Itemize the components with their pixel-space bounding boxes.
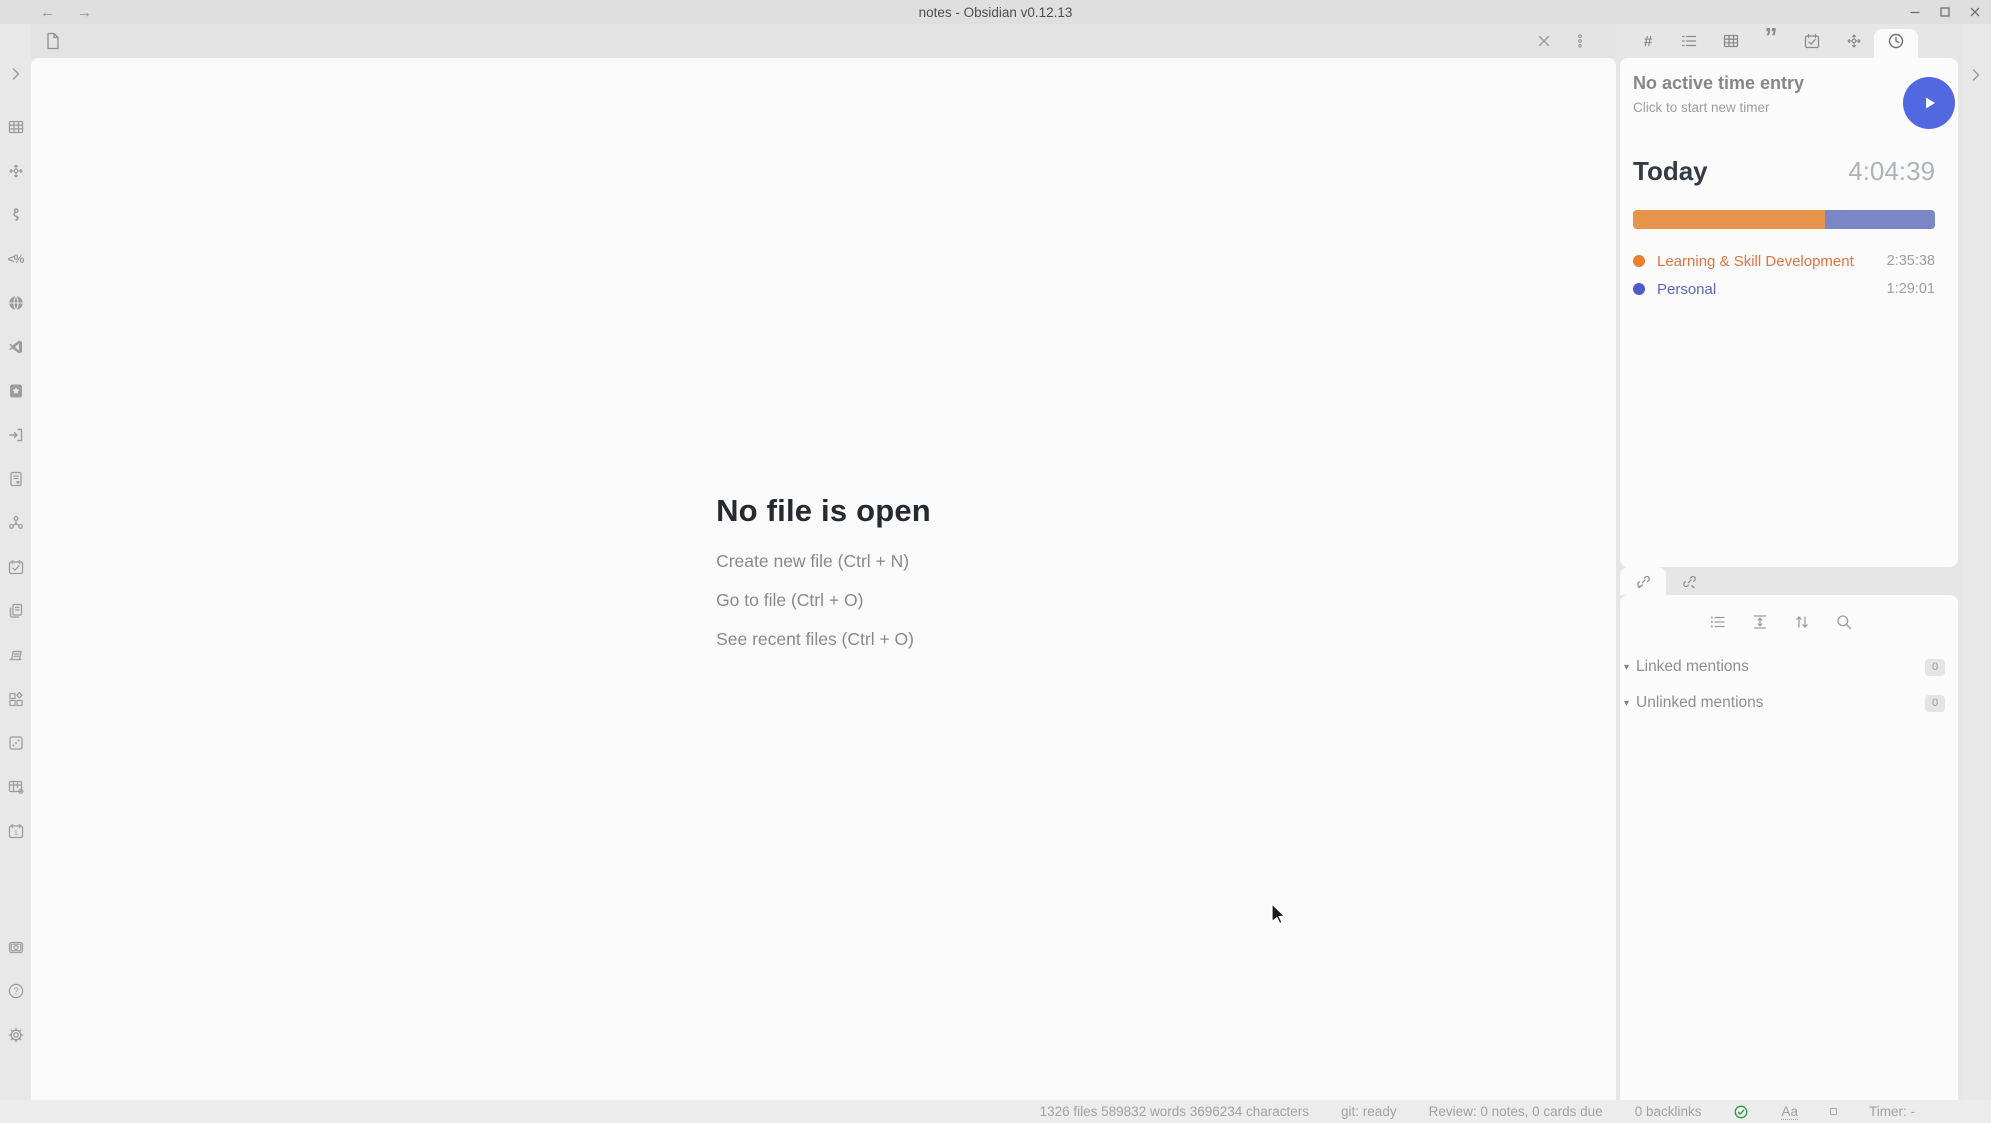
outgoing-links-icon — [1681, 573, 1698, 590]
daily-note-icon[interactable]: 1 — [7, 822, 25, 840]
nav-back-icon[interactable]: ← — [40, 4, 55, 21]
quotes-tab-icon[interactable]: ” — [1762, 32, 1780, 50]
entry-label: Learning & Skill Development — [1657, 253, 1887, 270]
today-progress-bar — [1633, 210, 1935, 229]
right-ribbon — [1962, 24, 1991, 1100]
calendar-tab-icon[interactable] — [1803, 32, 1821, 50]
sign-in-icon[interactable] — [7, 426, 25, 444]
backlinks-tab[interactable] — [1620, 567, 1666, 595]
window-title: notes - Obsidian v0.12.13 — [919, 0, 1073, 24]
graph-move-icon[interactable] — [7, 162, 25, 180]
knot-icon[interactable] — [7, 206, 25, 224]
table-icon[interactable] — [7, 118, 25, 136]
progress-segment-learning — [1633, 210, 1825, 229]
unlinked-mentions-count: 0 — [1925, 695, 1945, 712]
globe-icon[interactable] — [7, 294, 25, 312]
start-timer-button[interactable] — [1903, 77, 1955, 129]
unlinked-mentions-label: Unlinked mentions — [1636, 694, 1925, 712]
editor-pane: No file is open Create new file (Ctrl + … — [31, 24, 1616, 1100]
entry-time: 1:29:01 — [1887, 281, 1935, 297]
maximize-icon[interactable] — [1937, 4, 1953, 20]
statusbar: 1326 files 589832 words 3696234 characte… — [0, 1100, 1991, 1123]
dice-icon[interactable] — [7, 734, 25, 752]
left-ribbon: <% — [0, 24, 31, 1100]
timer-hint-text: Click to start new timer — [1633, 100, 1770, 115]
timer-panel: No active time entry Click to start new … — [1620, 58, 1958, 567]
empty-state-title: No file is open — [716, 493, 931, 529]
move-tab-icon[interactable] — [1845, 32, 1863, 50]
screenshot-icon[interactable] — [7, 938, 25, 956]
star-badge-icon[interactable] — [7, 382, 25, 400]
collapse-right-sidebar-icon[interactable] — [1967, 66, 1985, 84]
vscode-icon[interactable] — [7, 338, 25, 356]
indicator-square-icon[interactable] — [1830, 1108, 1837, 1115]
help-icon[interactable]: ? — [7, 982, 25, 1000]
entry-label: Personal — [1657, 281, 1887, 298]
collapse-vertical-icon[interactable] — [1750, 612, 1770, 632]
review-status[interactable]: Review: 0 notes, 0 cards due — [1429, 1104, 1603, 1119]
expand-sidebar-icon[interactable] — [7, 65, 25, 83]
git-status: git: ready — [1341, 1104, 1397, 1119]
linked-mentions-header[interactable]: ▾ Linked mentions 0 — [1624, 655, 1945, 679]
linked-mentions-label: Linked mentions — [1636, 658, 1925, 676]
workspace: <% — [0, 24, 1991, 1100]
right-panel-tab-bar: # ” — [1616, 24, 1962, 58]
nav-forward-icon[interactable]: → — [77, 4, 92, 21]
file-icon — [43, 31, 63, 51]
search-icon[interactable] — [1834, 612, 1854, 632]
minimize-icon[interactable] — [1907, 4, 1923, 20]
file-stats: 1326 files 589832 words 3696234 characte… — [1040, 1104, 1309, 1119]
backlinks-count[interactable]: 0 backlinks — [1635, 1104, 1702, 1119]
action-create-new-file[interactable]: Create new file (Ctrl + N) — [716, 551, 931, 572]
table-gear-icon[interactable] — [7, 778, 25, 796]
play-icon — [1919, 93, 1939, 113]
action-go-to-file[interactable]: Go to file (Ctrl + O) — [716, 590, 931, 611]
unlinked-mentions-header[interactable]: ▾ Unlinked mentions 0 — [1624, 691, 1945, 715]
entry-color-dot — [1633, 283, 1645, 295]
backlinks-tab-bar — [1620, 567, 1712, 595]
card-stack-icon[interactable] — [7, 646, 25, 664]
timer-status-text: No active time entry — [1633, 73, 1804, 94]
action-see-recent-files[interactable]: See recent files (Ctrl + O) — [716, 629, 931, 650]
font-toggle[interactable]: Aa — [1781, 1104, 1798, 1120]
backlinks-panel: ▾ Linked mentions 0 ▾ Unlinked mentions … — [1620, 595, 1958, 1100]
flashcards-icon[interactable] — [7, 470, 25, 488]
entry-color-dot — [1633, 255, 1645, 267]
collapse-triangle-icon: ▾ — [1624, 662, 1636, 673]
svg-text:1: 1 — [13, 828, 17, 837]
entry-time: 2:35:38 — [1887, 253, 1935, 269]
timer-entry-row[interactable]: Personal 1:29:01 — [1633, 280, 1935, 298]
timer-status[interactable]: Timer: - — [1869, 1104, 1915, 1119]
outline-tab-icon[interactable] — [1680, 32, 1698, 50]
titlebar: ← → notes - Obsidian v0.12.13 — [0, 0, 1991, 24]
editor-empty-state: No file is open Create new file (Ctrl + … — [31, 58, 1616, 1100]
sync-check-icon[interactable] — [1733, 1104, 1749, 1120]
progress-segment-personal — [1825, 210, 1935, 229]
linked-mentions-count: 0 — [1925, 659, 1945, 676]
outgoing-links-tab[interactable] — [1666, 567, 1712, 595]
svg-text:?: ? — [13, 986, 18, 996]
timer-entry-row[interactable]: Learning & Skill Development 2:35:38 — [1633, 252, 1935, 270]
bullet-list-icon[interactable] — [1708, 612, 1728, 632]
more-options-icon[interactable] — [1572, 33, 1588, 49]
settings-gear-icon[interactable] — [7, 1026, 25, 1044]
calendar-check-icon[interactable] — [7, 558, 25, 576]
collapse-triangle-icon: ▾ — [1624, 698, 1636, 709]
table-tab-icon[interactable] — [1722, 32, 1740, 50]
today-total-time: 4:04:39 — [1848, 156, 1935, 187]
timer-tab-icon[interactable] — [1887, 32, 1905, 50]
today-label: Today — [1633, 156, 1708, 187]
tags-tab-icon[interactable]: # — [1639, 32, 1657, 50]
right-sidebar: # ” No active time entry Click to start … — [1616, 24, 1962, 1100]
molecule-icon[interactable] — [7, 514, 25, 532]
templater-icon[interactable]: <% — [7, 250, 25, 268]
editor-tab-header[interactable] — [31, 24, 1616, 58]
backlinks-icon — [1635, 573, 1652, 590]
sort-icon[interactable] — [1792, 612, 1812, 632]
close-tab-icon[interactable] — [1536, 33, 1552, 49]
copy-files-icon[interactable] — [7, 602, 25, 620]
close-icon[interactable] — [1967, 4, 1983, 20]
blocks-icon[interactable] — [7, 690, 25, 708]
